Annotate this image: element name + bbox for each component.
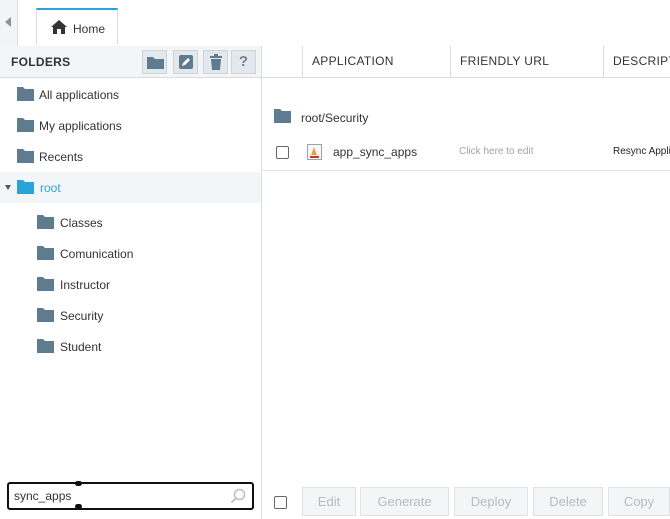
folder-icon [37, 277, 54, 291]
trash-icon [210, 54, 222, 70]
group-label: root/Security [301, 111, 369, 125]
text-cursor-top [75, 481, 82, 486]
folder-icon [37, 246, 54, 260]
folder-icon [37, 215, 54, 229]
tab-home[interactable]: Home [36, 8, 118, 45]
action-bar: Edit Generate Deploy Delete Copy [262, 485, 670, 519]
column-header-friendly-url[interactable]: FRIENDLY URL [450, 46, 603, 77]
folder-icon [17, 180, 34, 194]
group-row-root-security: root/Security [262, 104, 670, 130]
new-folder-button[interactable] [142, 50, 167, 74]
pencil-icon [179, 55, 193, 69]
collapse-arrow-icon [5, 17, 11, 27]
expand-arrow-icon[interactable] [5, 185, 11, 190]
question-icon: ? [238, 53, 249, 70]
search-icon[interactable] [230, 488, 246, 504]
tree-item-root[interactable]: root [0, 172, 261, 203]
help-button[interactable]: ? [231, 50, 256, 74]
delete-button[interactable]: Delete [533, 487, 603, 516]
folder-search-box[interactable] [7, 482, 254, 510]
tab-home-label: Home [73, 22, 106, 36]
tree-item-instructor[interactable]: Instructor [0, 269, 261, 300]
tree-item-student[interactable]: Student [0, 331, 261, 362]
tree-item-label: Instructor [60, 278, 111, 292]
tree-item-label: All applications [39, 88, 120, 102]
top-bar: Home [0, 0, 670, 47]
generate-button[interactable]: Generate [360, 487, 449, 516]
application-name[interactable]: app_sync_apps [333, 145, 417, 159]
tree-item-my-applications[interactable]: My applications [0, 110, 261, 141]
grid-header: APPLICATION FRIENDLY URL DESCRIPTION [262, 46, 670, 78]
sidebar-title: FOLDERS [11, 55, 71, 69]
row-checkbox[interactable] [276, 146, 289, 159]
select-all-checkbox[interactable] [274, 496, 287, 509]
tree-item-all-applications[interactable]: All applications [0, 79, 261, 110]
tree-item-label: Student [60, 340, 102, 354]
friendly-url-edit-link[interactable]: Click here to edit [459, 146, 533, 157]
delete-folder-button[interactable] [203, 50, 228, 74]
edit-button[interactable]: Edit [302, 487, 356, 516]
tree-item-label: My applications [39, 119, 122, 133]
folder-icon [37, 339, 54, 353]
tree-item-security[interactable]: Security [0, 300, 261, 331]
column-header-description[interactable]: DESCRIPTION [603, 46, 670, 77]
text-cursor-bottom [75, 504, 82, 509]
tree-item-classes[interactable]: Classes [0, 207, 261, 238]
tree-item-label: Recents [39, 150, 84, 164]
folder-icon [147, 57, 164, 69]
sidebar-header: FOLDERS ? [0, 46, 261, 78]
tree-item-comunication[interactable]: Comunication [0, 238, 261, 269]
folders-sidebar: FOLDERS ? All applications My applicatio… [0, 46, 262, 519]
folder-icon [17, 149, 34, 163]
collapse-sidebar-handle[interactable] [0, 0, 18, 46]
application-icon [307, 144, 322, 160]
folder-icon [274, 109, 291, 123]
home-icon [51, 20, 67, 34]
deploy-button[interactable]: Deploy [454, 487, 528, 516]
column-header-application[interactable]: APPLICATION [302, 46, 450, 77]
folder-icon [37, 308, 54, 322]
application-description: Resync Applications [613, 146, 670, 157]
folder-icon [17, 118, 34, 132]
tree-item-label: root [40, 181, 61, 195]
folder-icon [17, 87, 34, 101]
tree-item-label: Security [60, 309, 104, 323]
tree-item-recents[interactable]: Recents [0, 141, 261, 172]
search-input[interactable] [14, 487, 224, 505]
edit-folder-button[interactable] [173, 50, 198, 74]
copy-button[interactable]: Copy [608, 487, 670, 516]
tree-item-label: Classes [60, 216, 103, 230]
table-row[interactable]: app_sync_apps Click here to edit Resync … [262, 136, 670, 171]
tree-item-label: Comunication [60, 247, 134, 261]
